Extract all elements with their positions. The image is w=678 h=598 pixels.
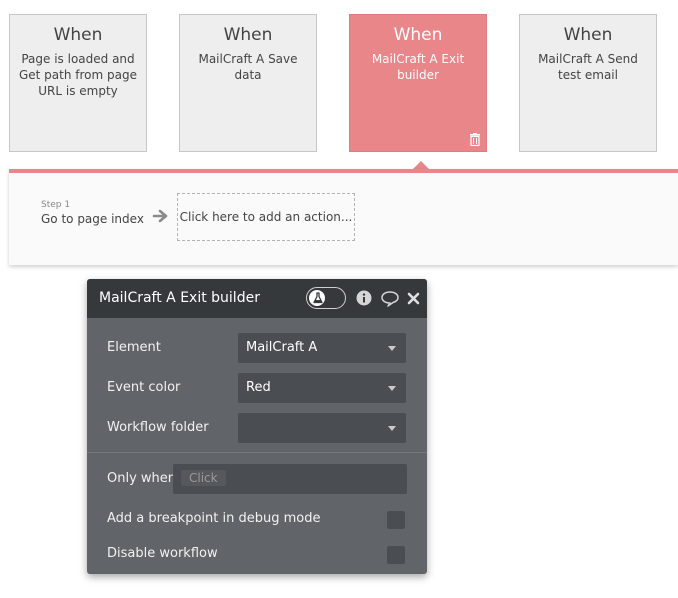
- workflow-folder-dropdown[interactable]: [238, 413, 406, 443]
- panel-header: MailCraft A Exit builder: [87, 279, 427, 318]
- element-label: Element: [107, 340, 161, 355]
- event-when-label: When: [563, 25, 613, 45]
- info-icon[interactable]: [356, 290, 372, 306]
- workflow-actions-strip: Step 1 Go to page index Click here to ad…: [9, 169, 678, 265]
- flask-toggle[interactable]: [306, 287, 346, 309]
- element-value: MailCraft A: [246, 340, 318, 355]
- event-card-exit-builder[interactable]: When MailCraft A Exit builder: [349, 14, 487, 152]
- chevron-down-icon: [388, 346, 396, 351]
- event-when-label: When: [393, 25, 443, 45]
- arrow-right-icon: [152, 209, 168, 223]
- event-description: Page is loaded and Get path from page UR…: [18, 52, 137, 98]
- chevron-down-icon: [388, 386, 396, 391]
- event-card-send-test-email[interactable]: When MailCraft A Send test email: [519, 14, 657, 152]
- event-description: MailCraft A Save data: [198, 52, 298, 82]
- workflow-folder-label: Workflow folder: [107, 420, 209, 435]
- event-description: MailCraft A Send test email: [538, 52, 638, 82]
- element-dropdown[interactable]: MailCraft A: [238, 333, 406, 363]
- chevron-down-icon: [388, 426, 396, 431]
- disable-workflow-label: Disable workflow: [107, 546, 218, 561]
- event-description: MailCraft A Exit builder: [371, 52, 465, 82]
- breakpoint-label: Add a breakpoint in debug mode: [107, 511, 321, 526]
- only-when-input[interactable]: Click: [173, 464, 407, 494]
- event-properties-panel: MailCraft A Exit builder Element MailCra…: [87, 279, 427, 574]
- trash-icon[interactable]: [469, 133, 481, 146]
- breakpoint-checkbox[interactable]: [387, 511, 405, 529]
- flask-icon: [313, 292, 323, 304]
- step-number-label: Step 1: [41, 200, 71, 210]
- event-when-label: When: [223, 25, 273, 45]
- disable-workflow-checkbox[interactable]: [387, 546, 405, 564]
- add-action-button[interactable]: Click here to add an action...: [177, 193, 355, 241]
- only-when-placeholder: Click: [181, 470, 226, 486]
- step-action-name[interactable]: Go to page index: [41, 212, 144, 226]
- panel-title: MailCraft A Exit builder: [99, 290, 260, 306]
- comment-icon[interactable]: [380, 290, 400, 307]
- event-color-dropdown[interactable]: Red: [238, 373, 406, 403]
- event-card-save-data[interactable]: When MailCraft A Save data: [179, 14, 317, 152]
- event-when-label: When: [53, 25, 103, 45]
- only-when-label: Only when: [107, 471, 177, 486]
- event-color-value: Red: [246, 380, 271, 395]
- event-card-page-loaded[interactable]: When Page is loaded and Get path from pa…: [9, 14, 147, 152]
- event-color-label: Event color: [107, 380, 181, 395]
- panel-divider: [87, 452, 427, 453]
- close-icon[interactable]: [407, 292, 420, 305]
